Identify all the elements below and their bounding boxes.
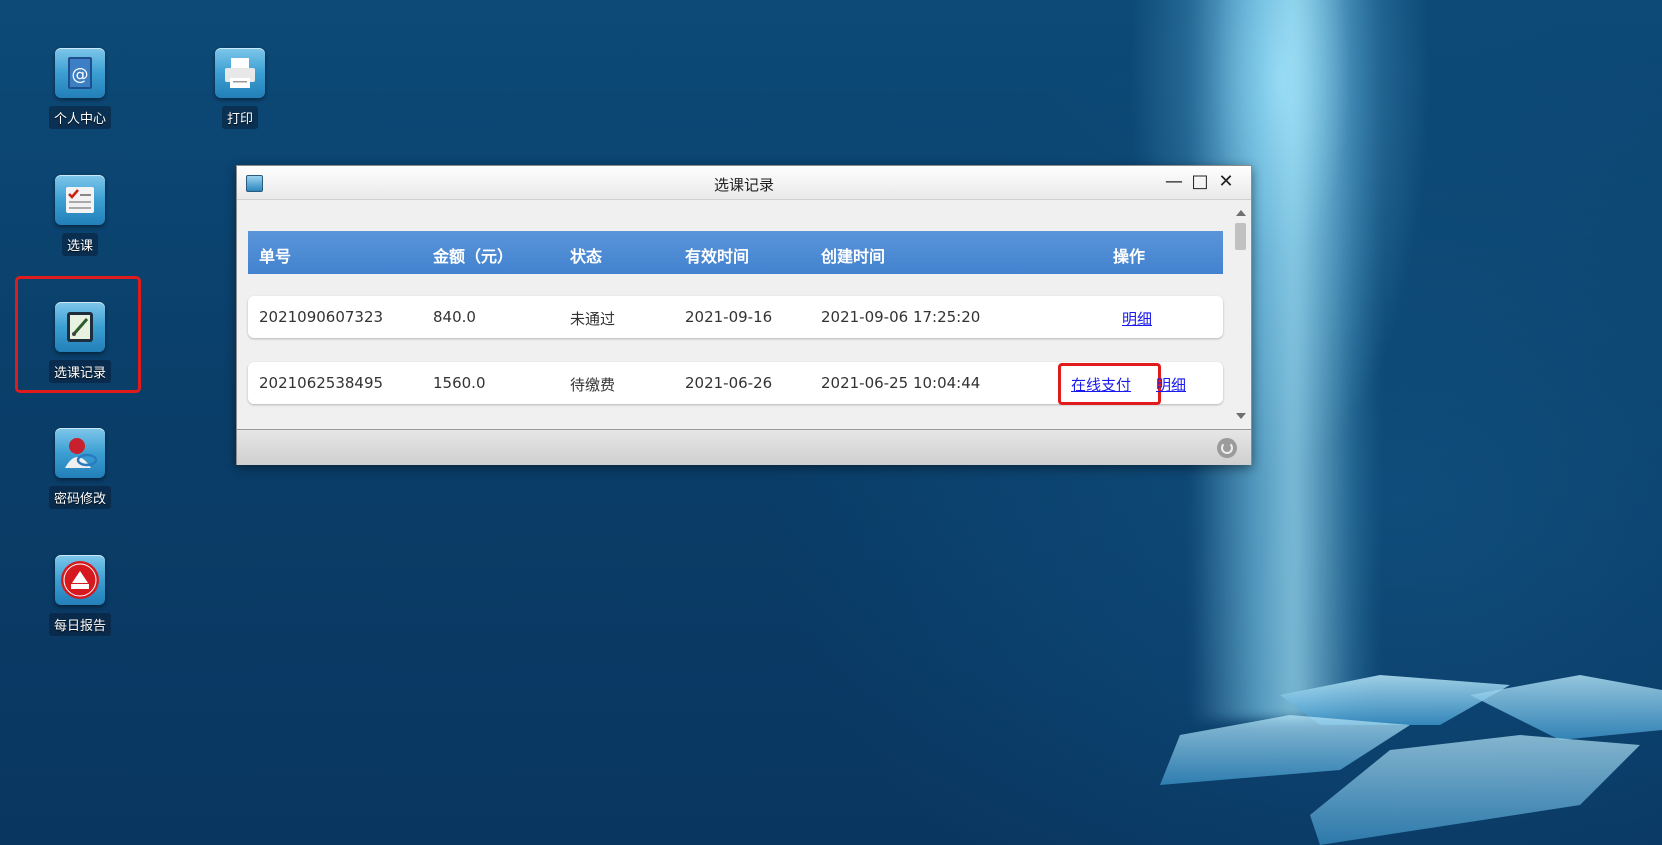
table-row: 2021062538495 1560.0 待缴费 2021-06-26 2021…	[248, 362, 1223, 405]
window-title: 选课记录	[713, 176, 774, 194]
desktop-icon-label: 每日报告	[48, 613, 111, 636]
window-statusbar	[237, 429, 1251, 465]
desktop-icon-label: 个人中心	[48, 106, 111, 129]
order-no-cell: 2021090607323	[259, 308, 384, 326]
column-header-amount: 金额（元）	[433, 247, 514, 266]
table-header: 单号 金额（元） 状态 有效时间 创建时间 操作	[248, 231, 1223, 274]
online-pay-link[interactable]: 在线支付	[1071, 374, 1131, 395]
desktop-icon-print[interactable]: 打印	[195, 48, 285, 129]
desktop-icon-label: 密码修改	[48, 486, 111, 509]
minimize-button[interactable]: —	[1162, 171, 1186, 193]
close-button[interactable]: ✕	[1214, 171, 1238, 193]
desktop-icon-daily-report[interactable]: 每日报告	[35, 555, 125, 636]
column-header-actions: 操作	[1113, 247, 1146, 266]
scroll-down-arrow-icon[interactable]	[1236, 413, 1246, 419]
desktop-icon-label: 选课记录	[48, 360, 111, 383]
created-time-cell: 2021-06-25 10:04:44	[821, 374, 981, 392]
desktop-icon-course-selection[interactable]: 选课	[35, 175, 125, 256]
desktop-icon-label: 选课	[61, 233, 98, 256]
detail-link[interactable]: 明细	[1122, 308, 1152, 329]
column-header-order-no: 单号	[259, 247, 292, 266]
checklist-icon	[55, 175, 105, 225]
vertical-scrollbar[interactable]	[1232, 204, 1249, 425]
course-records-window: 选课记录 — □ ✕ 单号 金额（元） 状态 有效时间 创建时间 操作 2021…	[236, 165, 1252, 465]
user-key-icon	[55, 428, 105, 478]
maximize-button[interactable]: □	[1188, 171, 1212, 193]
order-no-cell: 2021062538495	[259, 374, 384, 392]
created-time-cell: 2021-09-06 17:25:20	[821, 308, 981, 326]
column-header-status: 状态	[570, 247, 603, 266]
amount-cell: 1560.0	[433, 374, 486, 392]
scroll-up-arrow-icon[interactable]	[1236, 210, 1246, 216]
column-header-valid-time: 有效时间	[685, 247, 750, 266]
valid-time-cell: 2021-06-26	[685, 374, 773, 392]
desktop: @ 个人中心 打印 选课 选课记录 密码修改 每日报告 选课记录 — □ ✕ 单…	[0, 0, 1662, 845]
svg-text:@: @	[72, 65, 89, 85]
desktop-icon-course-records[interactable]: 选课记录	[35, 302, 125, 383]
windows-logo-decoration	[1160, 675, 1662, 845]
notepad-icon	[55, 302, 105, 352]
desktop-icon-personal-center[interactable]: @ 个人中心	[35, 48, 125, 129]
window-titlebar[interactable]: 选课记录 — □ ✕	[237, 166, 1251, 200]
desktop-icon-label: 打印	[221, 106, 258, 129]
table-row: 2021090607323 840.0 未通过 2021-09-16 2021-…	[248, 296, 1223, 338]
window-content: 单号 金额（元） 状态 有效时间 创建时间 操作 2021090607323 8…	[237, 200, 1251, 429]
desktop-icon-change-password[interactable]: 密码修改	[35, 428, 125, 509]
status-cell: 未通过	[570, 310, 616, 328]
detail-link[interactable]: 明细	[1156, 374, 1186, 395]
scrollbar-thumb[interactable]	[1235, 223, 1246, 250]
report-badge-icon	[55, 555, 105, 605]
printer-icon	[215, 48, 265, 98]
amount-cell: 840.0	[433, 308, 476, 326]
refresh-icon[interactable]	[1217, 438, 1237, 458]
address-book-icon: @	[55, 48, 105, 98]
status-cell: 待缴费	[570, 376, 616, 394]
column-header-created-time: 创建时间	[821, 247, 886, 266]
valid-time-cell: 2021-09-16	[685, 308, 773, 326]
